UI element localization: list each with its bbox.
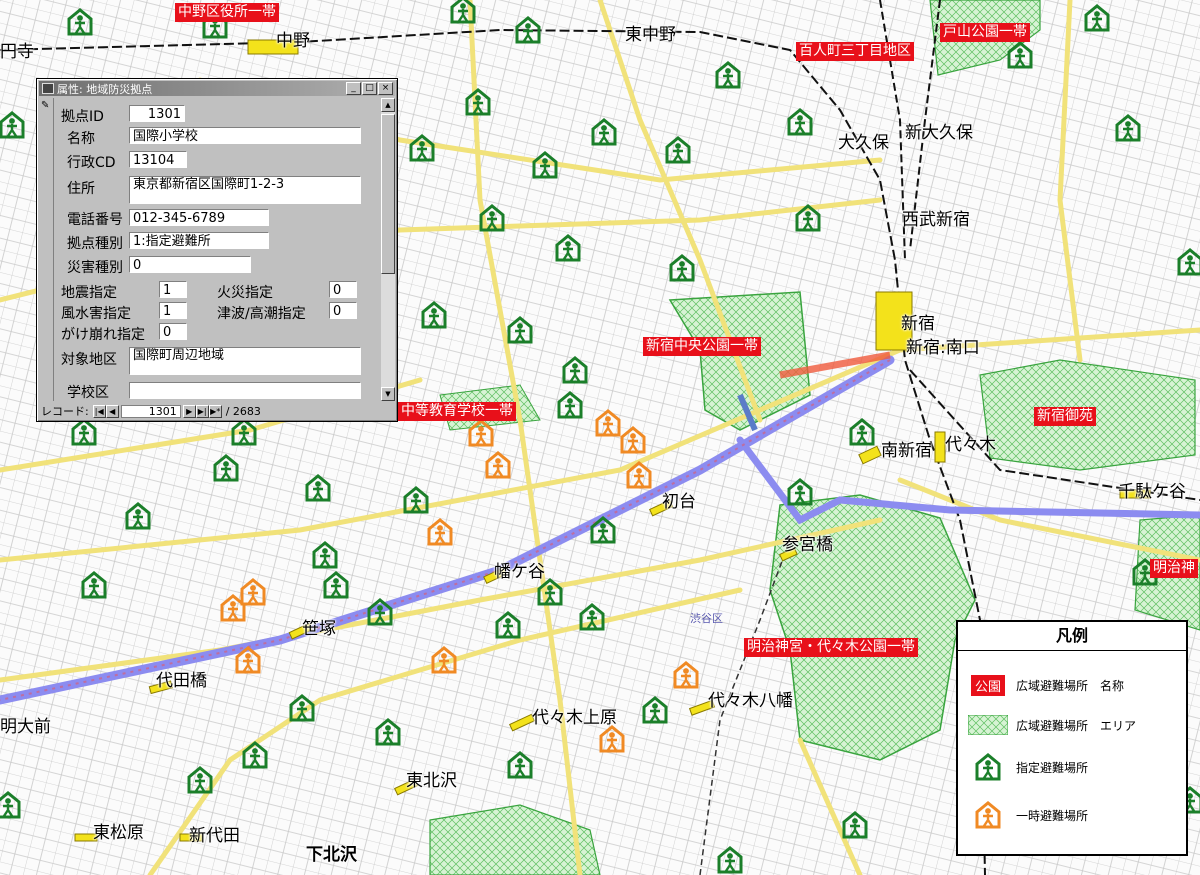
station-label: 代々木 — [945, 435, 996, 455]
name-field[interactable]: 国際小学校 — [129, 127, 361, 144]
maximize-button[interactable]: □ — [362, 82, 377, 95]
station-label: 下北沢 — [306, 845, 357, 865]
fire-field[interactable]: 0 — [329, 281, 357, 298]
next-record-button[interactable]: ▶ — [182, 404, 196, 418]
type-field[interactable]: 1:指定避難所 — [129, 232, 269, 249]
station-label: 明大前 — [0, 717, 51, 737]
record-navigator: レコード: |◀ ◀ 1301 ▶ ▶| ▶* / 2683 — [39, 403, 395, 419]
station-label: 新代田 — [189, 826, 240, 846]
legend-item-area-zone: 広域避難場所 エリア — [968, 710, 1136, 740]
area-label-toyama: 戸山公園一帯 — [940, 23, 1030, 42]
field-label: 拠点種別 — [67, 236, 123, 252]
station-label: 新宿:南口 — [906, 338, 980, 358]
slope-field[interactable]: 0 — [159, 323, 187, 340]
record-selector[interactable]: ✎ — [39, 98, 54, 401]
flood-field[interactable]: 1 — [159, 302, 187, 319]
legend-item-area-name: 公園 広域避難場所 名称 — [968, 670, 1124, 700]
field-label: 学校区 — [67, 385, 109, 401]
field-label: 地震指定 — [61, 285, 117, 301]
legend-item-designated: 指定避難場所 — [968, 752, 1088, 782]
district-label: 渋谷区 — [690, 612, 723, 625]
legend-hatch-swatch — [968, 715, 1008, 735]
window-app-icon — [42, 83, 54, 94]
scroll-up-icon[interactable]: ▲ — [381, 98, 395, 112]
field-label: 対象地区 — [61, 352, 117, 368]
target-area-field[interactable]: 国際町周辺地域 — [129, 347, 361, 375]
new-record-button[interactable]: ▶* — [208, 404, 222, 418]
disaster-type-field[interactable]: 0 — [129, 256, 251, 273]
station-label: 西武新宿 — [902, 210, 970, 230]
area-label-secondary-school: 中等教育学校一帯 — [398, 402, 516, 421]
field-label: 風水害指定 — [61, 306, 131, 322]
area-label-nakano: 中野区役所一帯 — [175, 3, 279, 22]
station-label: 初台 — [662, 492, 696, 512]
station-label: 千駄ケ谷 — [1118, 482, 1186, 502]
area-label-meiji-yoyogi: 明治神宮・代々木公園一帯 — [744, 638, 918, 657]
record-label: レコード: — [41, 405, 89, 418]
quake-field[interactable]: 1 — [159, 281, 187, 298]
area-label-hyakunincho: 百人町三丁目地区 — [796, 42, 914, 61]
vertical-scrollbar[interactable]: ▲ ▼ — [381, 98, 395, 401]
area-label-shinjuku-gyoen: 新宿御苑 — [1034, 407, 1096, 426]
field-label: 災害種別 — [67, 260, 123, 276]
area-label-meiji-edge: 明治神 — [1150, 559, 1198, 578]
legend-area-name-swatch: 公園 — [970, 674, 1005, 696]
scroll-thumb[interactable] — [381, 114, 395, 274]
station-label: 東中野 — [625, 25, 676, 45]
phone-field[interactable]: 012-345-6789 — [129, 209, 269, 226]
code-field[interactable]: 13104 — [129, 151, 187, 168]
window-title: 属性: 地域防災拠点 — [57, 82, 153, 96]
legend-panel: 凡例 公園 広域避難場所 名称 広域避難場所 エリア 指定避難場所 一時避難場所 — [956, 620, 1188, 856]
station-label: 幡ケ谷 — [494, 562, 545, 582]
scroll-down-icon[interactable]: ▼ — [381, 387, 395, 401]
prev-record-button[interactable]: ◀ — [105, 404, 119, 418]
field-label: がけ崩れ指定 — [61, 327, 145, 343]
station-label: 代田橋 — [156, 671, 207, 691]
station-label: 南新宿 — [881, 441, 932, 461]
field-label: 名称 — [67, 131, 95, 147]
station-label: 東北沢 — [406, 771, 457, 791]
station-label: 東松原 — [93, 823, 144, 843]
temporary-shelter-icon — [975, 801, 1001, 829]
close-button[interactable]: × — [378, 82, 393, 95]
legend-title: 凡例 — [958, 622, 1186, 651]
station-label: 大久保 — [838, 133, 889, 153]
station-label: 新大久保 — [905, 123, 973, 143]
school-district-field[interactable] — [129, 382, 361, 399]
field-label: 津波/高潮指定 — [217, 306, 306, 322]
legend-label: 指定避難場所 — [1016, 760, 1089, 775]
first-record-button[interactable]: |◀ — [92, 404, 106, 418]
station-label: 参宮橋 — [782, 535, 833, 555]
field-label: 行政CD — [67, 155, 116, 171]
legend-label: 一時避難場所 — [1016, 808, 1089, 823]
area-label-shinjuku-central-park: 新宿中央公園一帯 — [643, 337, 761, 356]
record-number-input[interactable]: 1301 — [120, 404, 181, 418]
field-label: 拠点ID — [61, 109, 104, 125]
station-label: 笹塚 — [302, 619, 336, 639]
attribute-window[interactable]: 属性: 地域防災拠点 _ □ × ✎ 拠点ID 1301 名称 国際小学校 行政… — [36, 78, 398, 422]
window-titlebar[interactable]: 属性: 地域防災拠点 _ □ × — [39, 81, 395, 96]
station-label: 新宿 — [901, 314, 935, 334]
station-label: 中野 — [276, 31, 310, 51]
field-label: 住所 — [67, 181, 95, 197]
designated-shelter-icon — [975, 753, 1001, 781]
legend-label: 広域避難場所 名称 — [1016, 678, 1125, 693]
address-field[interactable]: 東京都新宿区国際町1-2-3 — [129, 176, 361, 204]
legend-item-temporary: 一時避難場所 — [968, 800, 1088, 830]
field-label: 火災指定 — [217, 285, 273, 301]
tsunami-field[interactable]: 0 — [329, 302, 357, 319]
field-label: 電話番号 — [67, 212, 123, 228]
legend-label: 広域避難場所 エリア — [1016, 718, 1137, 733]
station-label: 円寺 — [0, 42, 34, 62]
last-record-button[interactable]: ▶| — [195, 404, 209, 418]
station-label: 代々木八幡 — [708, 691, 793, 711]
station-label: 代々木上原 — [532, 708, 617, 728]
minimize-button[interactable]: _ — [346, 82, 361, 95]
id-field[interactable]: 1301 — [129, 105, 185, 122]
pencil-icon: ✎ — [41, 100, 50, 111]
record-total: / 2683 — [225, 404, 261, 418]
attribute-form: ✎ 拠点ID 1301 名称 国際小学校 行政CD 13104 住所 東京都新宿… — [39, 98, 393, 401]
